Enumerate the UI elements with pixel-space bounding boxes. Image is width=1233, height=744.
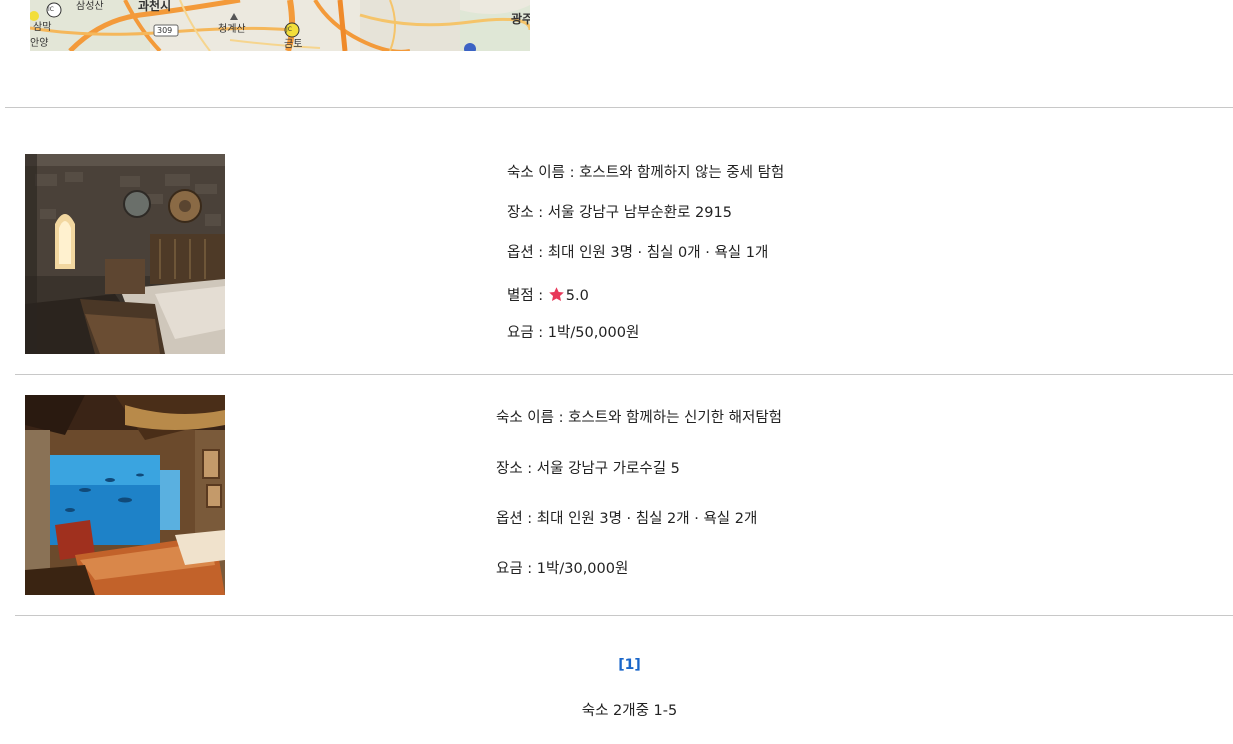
- map-jc-badge: JC: [286, 26, 292, 33]
- listing-photo-underwater-room[interactable]: [25, 395, 225, 595]
- listing-photo-graphic: [25, 395, 225, 595]
- listing-photo-graphic: [25, 154, 225, 354]
- listing-rating: 별점 : 5.0: [507, 286, 589, 304]
- listing-name-label: 숙소 이름 :: [507, 165, 580, 181]
- map-label-anyang: 안양: [30, 38, 49, 49]
- results-count: 숙소 2개중 1-5: [581, 703, 678, 719]
- map-graphic: [30, 0, 530, 51]
- star-icon: [549, 287, 564, 302]
- listing-place-label: 장소 :: [496, 461, 537, 477]
- listing-photo-medieval-room[interactable]: [25, 154, 225, 354]
- listing-name-label: 숙소 이름 :: [496, 410, 569, 426]
- map-label-samseongsan: 삼성산: [76, 1, 104, 12]
- listing-price-value: 1박/30,000원: [536, 561, 629, 577]
- map-label-sammak: 삼막: [33, 22, 52, 33]
- listing-item[interactable]: 숙소 이름 : 호스트와 함께하는 신기한 해저탐험 장소 : 서울 강남구 가…: [15, 395, 1233, 616]
- map-route-badge: 309: [157, 26, 173, 35]
- listing-rating-value: 5.0: [565, 288, 589, 304]
- listing-price-label: 요금 :: [496, 561, 537, 577]
- page: 삼성산 과천시 청계산 광주 삼막 안양 금토 309 IC JC 숙소 이름 …: [0, 0, 1233, 744]
- listing-options: 옵션 : 최대 인원 3명 · 침실 0개 · 욕실 1개: [507, 246, 768, 261]
- map-label-gwacheon: 과천시: [138, 0, 172, 13]
- divider: [15, 615, 1233, 616]
- map-label-cheonggyesan: 청계산: [218, 24, 246, 35]
- listing-options-value: 최대 인원 3명 · 침실 2개 · 욕실 2개: [536, 511, 758, 527]
- listing-price: 요금 : 1박/30,000원: [496, 562, 628, 577]
- listing-options: 옵션 : 최대 인원 3명 · 침실 2개 · 욕실 2개: [496, 512, 757, 527]
- map-label-gwangju: 광주: [511, 12, 530, 26]
- listing-name: 숙소 이름 : 호스트와 함께하는 신기한 해저탐험: [496, 411, 782, 426]
- listing-price-label: 요금 :: [507, 325, 548, 341]
- listing-rating-label: 별점 :: [507, 288, 548, 304]
- divider: [15, 374, 1233, 375]
- listing-name: 숙소 이름 : 호스트와 함께하지 않는 중세 탐험: [507, 166, 784, 181]
- listing-item[interactable]: 숙소 이름 : 호스트와 함께하지 않는 중세 탐험 장소 : 서울 강남구 남…: [15, 154, 1233, 375]
- listing-place-value: 서울 강남구 가로수길 5: [536, 461, 680, 477]
- listing-name-value: 호스트와 함께하지 않는 중세 탐험: [579, 165, 785, 181]
- listing-place-value: 서울 강남구 남부순환로 2915: [547, 205, 732, 221]
- location-map[interactable]: 삼성산 과천시 청계산 광주 삼막 안양 금토 309 IC JC: [30, 0, 530, 51]
- listing-options-label: 옵션 :: [496, 511, 537, 527]
- listing-price-value: 1박/50,000원: [547, 325, 640, 341]
- listing-name-value: 호스트와 함께하는 신기한 해저탐험: [568, 410, 783, 426]
- listing-place: 장소 : 서울 강남구 가로수길 5: [496, 462, 680, 477]
- map-ic-badge: IC: [48, 6, 54, 13]
- listing-price: 요금 : 1박/50,000원: [507, 326, 639, 341]
- pagination: [1]: [0, 657, 1233, 673]
- divider: [5, 107, 1233, 108]
- listing-place-label: 장소 :: [507, 205, 548, 221]
- page-link-current[interactable]: [1]: [618, 657, 641, 673]
- listing-options-label: 옵션 :: [507, 245, 548, 261]
- listing-options-value: 최대 인원 3명 · 침실 0개 · 욕실 1개: [547, 245, 769, 261]
- listing-place: 장소 : 서울 강남구 남부순환로 2915: [507, 206, 732, 221]
- map-label-geumto: 금토: [284, 39, 303, 50]
